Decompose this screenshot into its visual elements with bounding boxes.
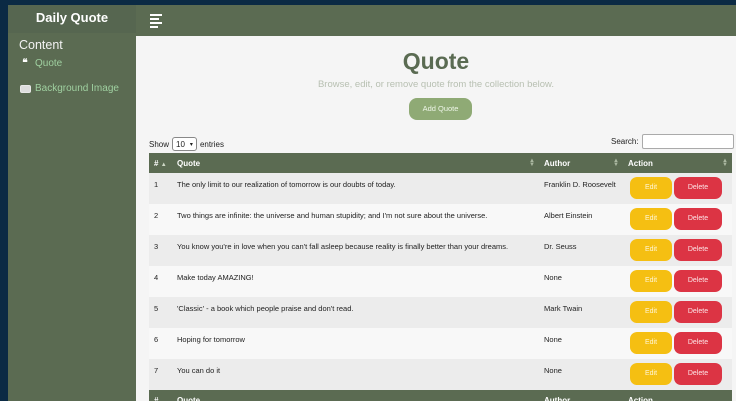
sidebar-item-background-image[interactable]: Background Image (19, 83, 136, 94)
table-row: 4 Make today AMAZING! None Edit Delete (149, 266, 732, 297)
edit-button[interactable]: Edit (630, 301, 672, 323)
edit-button[interactable]: Edit (630, 208, 672, 230)
row-number: 4 (149, 266, 172, 297)
table-header-row: # ▲ Quote ▲ ▼ Author ▲ ▼ Action ▲ ▼ (149, 153, 732, 173)
row-author: None (539, 359, 623, 390)
edit-button[interactable]: Edit (630, 363, 672, 385)
table-row: 1 The only limit to our realization of to… (149, 173, 732, 204)
row-actions: Edit Delete (623, 297, 732, 328)
table-row: 2 Two things are infinite: the universe a… (149, 204, 732, 235)
entries-label: entries (199, 139, 224, 149)
menu-toggle-icon[interactable] (150, 14, 162, 30)
add-quote-button[interactable]: Add Quote (409, 98, 472, 120)
delete-button[interactable]: Delete (674, 332, 722, 354)
delete-button[interactable]: Delete (674, 301, 722, 323)
table-footer-row: # Quote Author Action (149, 390, 732, 401)
row-actions: Edit Delete (623, 204, 732, 235)
footer-number: # (149, 390, 172, 401)
row-author: Mark Twain (539, 297, 623, 328)
table-row: 3 You know you're in love when you can't … (149, 235, 732, 266)
search-input[interactable] (641, 134, 734, 149)
chevron-down-icon: ▾ (189, 141, 193, 148)
row-actions: Edit Delete (623, 173, 732, 204)
entries-value: 10 (176, 139, 185, 149)
row-number: 5 (149, 297, 172, 328)
sidebar-heading: Content (19, 38, 63, 52)
delete-button[interactable]: Delete (674, 177, 722, 199)
row-quote: Make today AMAZING! (172, 266, 539, 297)
main-content: Quote Browse, edit, or remove quote from… (136, 36, 736, 401)
row-actions: Edit Delete (623, 328, 732, 359)
brand-title: Daily Quote (8, 5, 136, 33)
delete-button[interactable]: Delete (674, 208, 722, 230)
row-number: 3 (149, 235, 172, 266)
delete-button[interactable]: Delete (674, 239, 722, 261)
app-frame: Daily Quote Content ❝ Quote Background I… (8, 5, 736, 401)
row-quote: You can do it (172, 359, 539, 390)
row-number: 2 (149, 204, 172, 235)
row-number: 6 (149, 328, 172, 359)
table-row: 7 You can do it None Edit Delete (149, 359, 732, 390)
row-author: None (539, 266, 623, 297)
sidebar-item-label: Quote (35, 58, 63, 69)
col-header-author[interactable]: Author ▲ ▼ (539, 153, 623, 173)
col-header-quote[interactable]: Quote ▲ ▼ (172, 153, 539, 173)
search-control: Search: (611, 134, 734, 149)
row-number: 7 (149, 359, 172, 390)
col-header-number[interactable]: # ▲ (149, 153, 172, 173)
row-quote: Two things are infinite: the universe an… (172, 204, 539, 235)
edit-button[interactable]: Edit (630, 239, 672, 261)
show-label: Show (149, 139, 170, 149)
row-quote: 'Classic' - a book which people praise a… (172, 297, 539, 328)
row-author: Dr. Seuss (539, 235, 623, 266)
edit-button[interactable]: Edit (630, 270, 672, 292)
table-row: 6 Hoping for tomorrow None Edit Delete (149, 328, 732, 359)
footer-action: Action (623, 390, 732, 401)
top-bar (136, 5, 736, 36)
delete-button[interactable]: Delete (674, 363, 722, 385)
entries-select[interactable]: 10 ▾ (172, 137, 197, 151)
page-subtitle: Browse, edit, or remove quote from the c… (317, 79, 555, 90)
row-quote: The only limit to our realization of tom… (172, 173, 539, 204)
quote-table: # ▲ Quote ▲ ▼ Author ▲ ▼ Action ▲ ▼ 1 The only … (149, 153, 732, 401)
footer-quote: Quote (172, 390, 539, 401)
page-title: Quote (402, 48, 470, 74)
row-author: None (539, 328, 623, 359)
row-actions: Edit Delete (623, 235, 732, 266)
edit-button[interactable]: Edit (630, 177, 672, 199)
row-author: Franklin D. Roosevelt (539, 173, 623, 204)
sidebar-item-quote[interactable]: ❝ Quote (19, 58, 136, 69)
table-row: 5 'Classic' - a book which people praise … (149, 297, 732, 328)
row-author: Albert Einstein (539, 204, 623, 235)
row-actions: Edit Delete (623, 266, 732, 297)
search-label: Search: (611, 137, 639, 146)
col-header-action[interactable]: Action ▲ ▼ (623, 153, 732, 173)
image-icon (19, 84, 31, 94)
row-quote: Hoping for tomorrow (172, 328, 539, 359)
edit-button[interactable]: Edit (630, 332, 672, 354)
row-number: 1 (149, 173, 172, 204)
entries-control: Show 10 ▾ entries (149, 137, 224, 151)
quote-icon: ❝ (22, 58, 28, 69)
row-quote: You know you're in love when you can't f… (172, 235, 539, 266)
sidebar-item-label: Background Image (35, 83, 119, 94)
delete-button[interactable]: Delete (674, 270, 722, 292)
sidebar: Daily Quote Content ❝ Quote Background I… (8, 5, 136, 401)
footer-author: Author (539, 390, 623, 401)
row-actions: Edit Delete (623, 359, 732, 390)
